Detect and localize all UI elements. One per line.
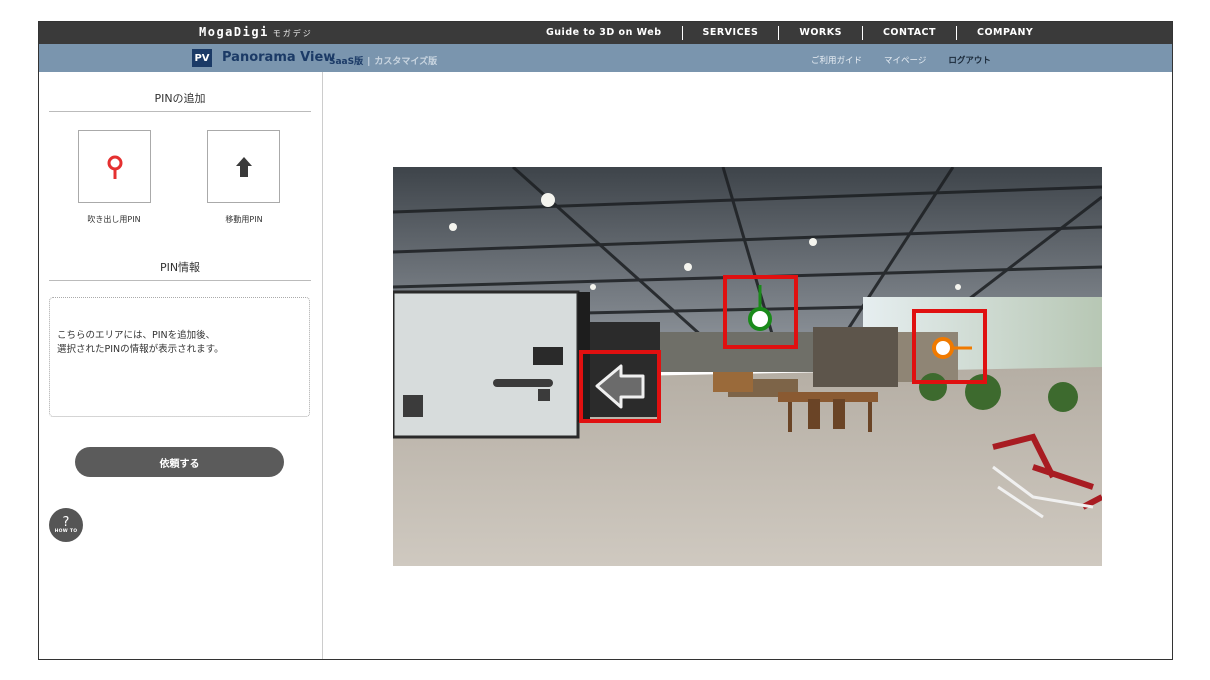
green-pin-icon	[748, 285, 772, 331]
info-pin-orange-highlight[interactable]	[912, 309, 987, 384]
move-pin-highlight[interactable]	[579, 350, 661, 423]
link-mypage[interactable]: マイページ	[884, 54, 926, 66]
panorama-viewer[interactable]	[393, 167, 1102, 566]
nav-guide[interactable]: Guide to 3D on Web	[546, 26, 683, 40]
edition-label: SaaS版 | カスタマイズ版	[329, 54, 437, 67]
add-pin-title: PINの追加	[49, 90, 311, 112]
nav-company[interactable]: COMPANY	[957, 26, 1053, 40]
sidebar: PINの追加 吹き出し用PIN 移動用PIN PIN情報 こちらのエリアには、P…	[39, 72, 323, 659]
nav-contact[interactable]: CONTACT	[863, 26, 957, 40]
link-logout[interactable]: ログアウト	[948, 54, 991, 66]
link-guide[interactable]: ご利用ガイド	[811, 54, 862, 66]
brand-kana: モガデジ	[272, 29, 313, 38]
top-navbar: MogaDigi モガデジ Guide to 3D on Web SERVICES…	[39, 22, 1172, 44]
edition-saas[interactable]: SaaS版	[329, 57, 363, 67]
request-button[interactable]: 依頼する	[75, 447, 284, 477]
edition-custom[interactable]: カスタマイズ版	[374, 57, 437, 67]
pin-info-text: こちらのエリアには、PINを追加後、 選択されたPINの情報が表示されます。	[57, 330, 224, 355]
nav-works[interactable]: WORKS	[779, 26, 863, 40]
pin-info-title: PIN情報	[49, 259, 311, 281]
account-nav: ご利用ガイド マイページ ログアウト	[811, 54, 991, 66]
speech-pin-label: 吹き出し用PIN	[87, 215, 141, 224]
pin-info-panel: こちらのエリアには、PINを追加後、 選択されたPINの情報が表示されます。	[49, 297, 310, 417]
howto-label: HOW TO	[54, 529, 78, 534]
brand-logo[interactable]: MogaDigi モガデジ	[199, 25, 313, 39]
brand-name: MogaDigi	[199, 25, 269, 39]
map-pin-icon	[107, 155, 122, 179]
edition-divider: |	[367, 57, 371, 67]
arrow-up-icon	[235, 156, 252, 177]
product-bar: PV Panorama View SaaS版 | カスタマイズ版 ご利用ガイド マイ…	[39, 44, 1172, 72]
move-pin-button[interactable]	[207, 130, 280, 203]
move-pin-label: 移動用PIN	[225, 215, 263, 224]
speech-pin-button[interactable]	[78, 130, 151, 203]
product-title[interactable]: Panorama View	[222, 50, 335, 65]
nav-services[interactable]: SERVICES	[683, 26, 780, 40]
orange-pin-icon	[932, 337, 972, 359]
panorama-image[interactable]	[393, 167, 1102, 566]
help-icon: ?	[62, 515, 70, 530]
pv-badge: PV	[192, 49, 212, 67]
app-frame: MogaDigi モガデジ Guide to 3D on Web SERVICES…	[38, 21, 1173, 660]
top-nav: Guide to 3D on Web SERVICES WORKS CONTAC…	[546, 22, 1053, 44]
arrow-left-icon	[595, 364, 645, 409]
howto-button[interactable]: ? HOW TO	[49, 508, 83, 542]
info-pin-green-highlight[interactable]	[723, 275, 798, 349]
